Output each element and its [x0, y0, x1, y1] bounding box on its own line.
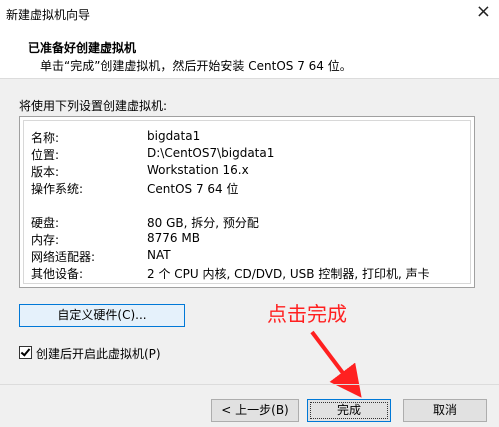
power-on-checkbox[interactable] [19, 346, 32, 359]
summary-key: 网络适配器: [31, 250, 96, 264]
customize-hardware-button[interactable]: 自定义硬件(C)... [19, 304, 185, 327]
annotation-text: 点击完成 [267, 302, 347, 326]
summary-value: CentOS 7 64 位 [147, 182, 239, 196]
summary-value: Workstation 16.x [147, 163, 249, 177]
page-title: 已准备好创建虚拟机 [28, 41, 137, 55]
summary-key: 名称: [31, 131, 60, 145]
back-button[interactable]: < 上一步(B) [211, 399, 299, 422]
summary-value: 8776 MB [147, 231, 200, 245]
summary-label: 将使用下列设置创建虚拟机: [19, 99, 168, 113]
page-subtitle: 单击“完成”创建虚拟机，然后开始安装 CentOS 7 64 位。 [40, 59, 352, 73]
summary-value: bigdata1 [147, 129, 201, 143]
power-on-label[interactable]: 创建后开启此虚拟机(P) [36, 345, 161, 362]
summary-value: NAT [147, 248, 171, 262]
footer-divider [0, 384, 499, 385]
summary-value: D:\CentOS7\bigdata1 [147, 146, 275, 160]
summary-key: 硬盘: [31, 216, 60, 230]
title-bar: 新建虚拟机向导 × [0, 0, 499, 30]
summary-key: 位置: [31, 148, 60, 162]
summary-key: 操作系统: [31, 182, 84, 196]
close-icon[interactable]: × [476, 2, 491, 22]
wizard-header: 已准备好创建虚拟机 单击“完成”创建虚拟机，然后开始安装 CentOS 7 64… [0, 30, 499, 79]
settings-summary-list: 名称: bigdata1 位置: D:\CentOS7\bigdata1 版本:… [23, 120, 471, 284]
summary-key: 其他设备: [31, 267, 84, 281]
summary-value: 80 GB, 拆分, 预分配 [147, 216, 259, 230]
finish-button[interactable]: 完成 [307, 399, 391, 422]
window-title: 新建虚拟机向导 [6, 8, 91, 22]
summary-key: 版本: [31, 165, 60, 179]
settings-summary-box: 名称: bigdata1 位置: D:\CentOS7\bigdata1 版本:… [19, 116, 475, 288]
summary-key: 内存: [31, 233, 60, 247]
summary-value: 2 个 CPU 内核, CD/DVD, USB 控制器, 打印机, 声卡 [147, 267, 430, 281]
cancel-button[interactable]: 取消 [403, 399, 487, 422]
